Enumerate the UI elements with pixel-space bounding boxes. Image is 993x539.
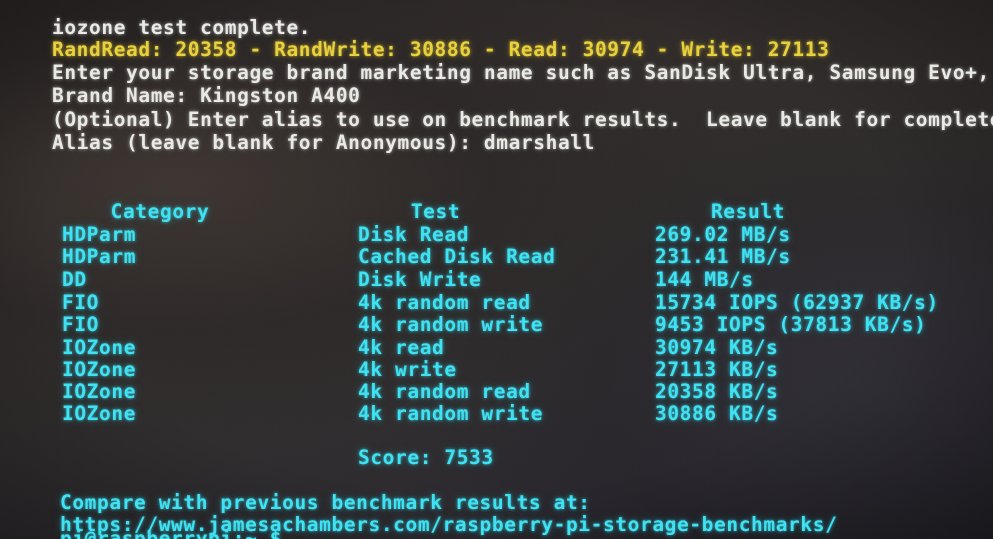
iozone-summary-line: RandRead: 20358 - RandWrite: 30886 - Rea… — [52, 38, 830, 61]
row-result: 27113 KB/s — [655, 358, 779, 381]
row-test: 4k random read — [358, 291, 531, 314]
terminal-console[interactable]: iozone test complete. RandRead: 20358 - … — [0, 0, 993, 539]
alias-prompt-line: (Optional) Enter alias to use on benchma… — [52, 108, 993, 131]
benchmark-score: Score: 7533 — [358, 446, 494, 469]
column-header-category: Category — [110, 200, 210, 223]
row-category: FIO — [62, 313, 100, 336]
row-category: IOZone — [62, 402, 137, 425]
table-row: IOZone 4k read 30974 KB/s — [0, 337, 993, 359]
row-category: HDParm — [62, 223, 137, 246]
row-result: 15734 IOPS (62937 KB/s) — [655, 291, 939, 314]
shell-prompt-clipped[interactable]: pi@raspberrypi:~ $ — [60, 529, 282, 539]
iozone-complete-line: iozone test complete. — [52, 16, 312, 39]
compare-results-text: Compare with previous benchmark results … — [60, 491, 591, 514]
row-test: 4k read — [358, 336, 445, 359]
row-result: 20358 KB/s — [655, 380, 779, 403]
table-row: FIO 4k random read 15734 IOPS (62937 KB/… — [0, 292, 993, 314]
table-row: IOZone 4k random read 20358 KB/s — [0, 381, 993, 403]
column-header-test: Test — [410, 200, 461, 223]
shell-prompt-text: pi@raspberrypi:~ $ — [60, 529, 282, 539]
row-result: 269.02 MB/s — [655, 223, 791, 246]
row-test: 4k random write — [358, 313, 544, 336]
terminal-screen-photo: iozone test complete. RandRead: 20358 - … — [0, 0, 993, 539]
column-header-result: Result — [710, 200, 786, 223]
row-test: 4k write — [358, 358, 457, 381]
row-result: 144 MB/s — [655, 268, 754, 291]
table-row: DD Disk Write 144 MB/s — [0, 269, 993, 291]
table-row: IOZone 4k write 27113 KB/s — [0, 359, 993, 381]
alias-input-line[interactable]: Alias (leave blank for Anonymous): dmars… — [52, 132, 595, 154]
row-category: FIO — [62, 291, 100, 314]
row-test: 4k random write — [358, 402, 544, 425]
row-category: IOZone — [62, 358, 137, 381]
table-row: FIO 4k random write 9453 IOPS (37813 KB/… — [0, 314, 993, 336]
row-result: 30886 KB/s — [655, 402, 779, 425]
row-result: 231.41 MB/s — [655, 245, 791, 268]
brand-name-input-line[interactable]: Brand Name: Kingston A400 — [52, 85, 361, 107]
table-header-row: Category Test Result — [0, 201, 993, 223]
row-category: DD — [62, 268, 87, 291]
row-category: HDParm — [62, 245, 137, 268]
table-row: HDParm Disk Read 269.02 MB/s — [0, 224, 993, 246]
row-result: 9453 IOPS (37813 KB/s) — [655, 313, 927, 336]
row-result: 30974 KB/s — [655, 336, 779, 359]
row-test: Cached Disk Read — [358, 245, 556, 268]
row-category: IOZone — [62, 380, 137, 403]
table-row: HDParm Cached Disk Read 231.41 MB/s — [0, 246, 993, 268]
brand-name-prompt-line: Enter your storage brand marketing name … — [52, 61, 993, 84]
table-row: IOZone 4k random write 30886 KB/s — [0, 403, 993, 425]
row-test: Disk Write — [358, 268, 482, 291]
row-test: 4k random read — [358, 380, 531, 403]
row-category: IOZone — [62, 336, 137, 359]
row-test: Disk Read — [358, 223, 470, 246]
